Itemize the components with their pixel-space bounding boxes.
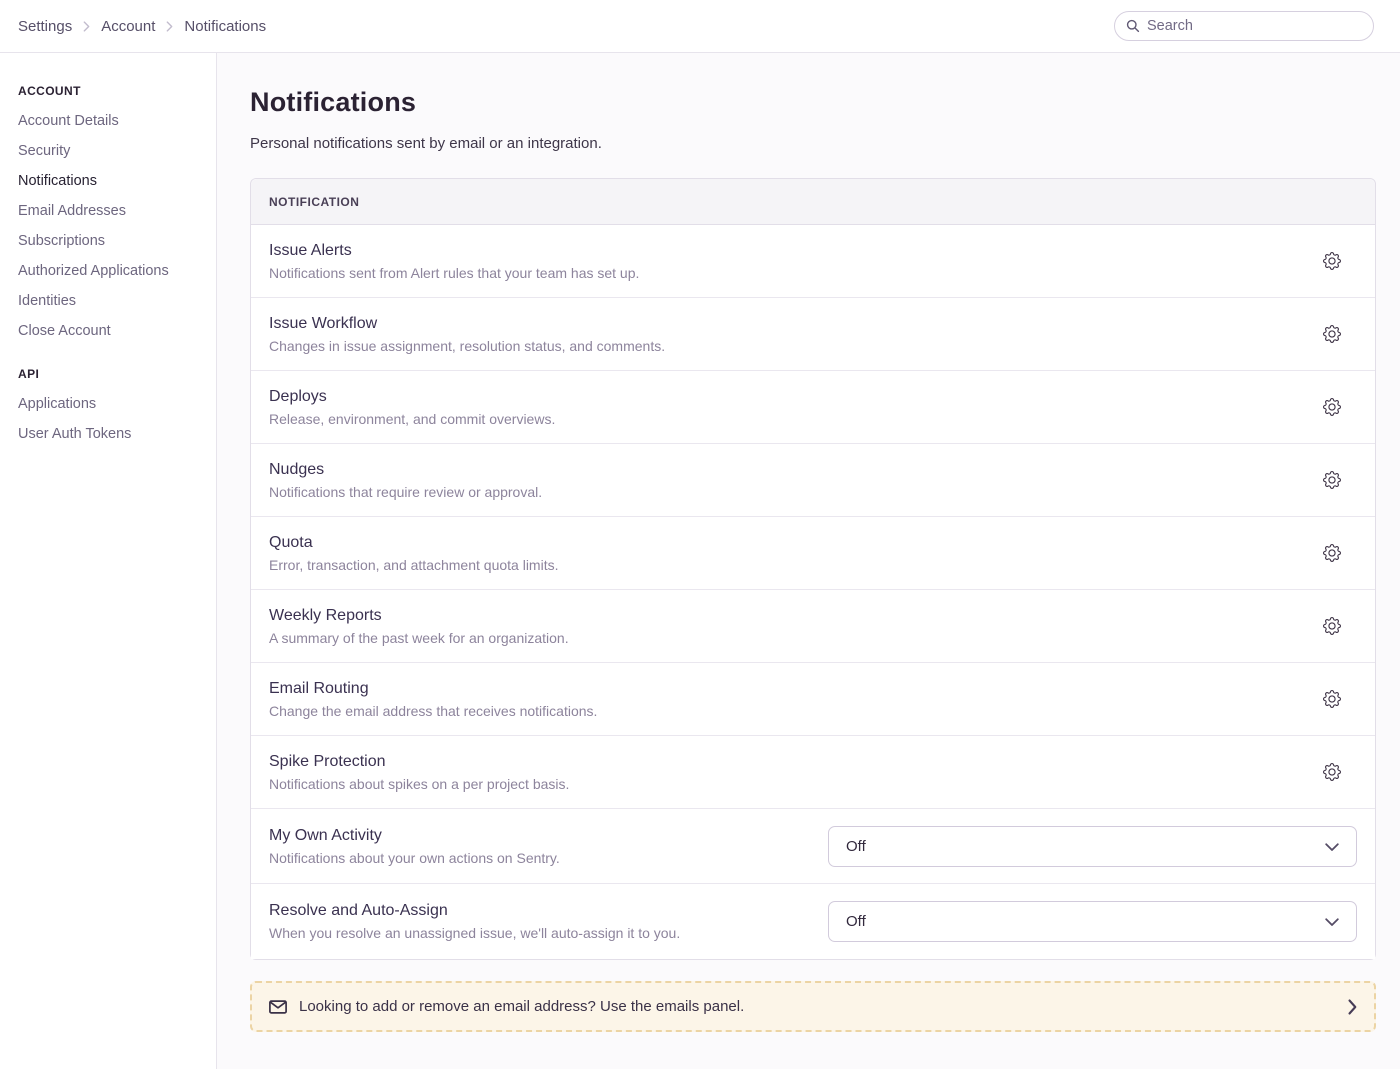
row-text: Issue Workflow Changes in issue assignmen… [269,315,1319,354]
sidebar-heading-api: API [18,367,206,381]
main-content: Notifications Personal notifications sen… [217,53,1400,1069]
row-description: Changes in issue assignment, resolution … [269,338,1299,354]
breadcrumb-item-notifications[interactable]: Notifications [184,18,266,35]
row-title: Deploys [269,388,1299,406]
sidebar-item-security[interactable]: Security [18,143,70,159]
row-title: Nudges [269,461,1299,479]
sidebar-item-authorized-applications[interactable]: Authorized Applications [18,263,169,279]
row-title: Quota [269,534,1299,552]
breadcrumb-separator-icon [83,21,90,32]
row-text: Issue Alerts Notifications sent from Aler… [269,242,1319,281]
chevron-down-icon [1325,843,1339,852]
search-box[interactable] [1114,11,1374,41]
row-settings-button[interactable] [1319,467,1345,493]
gear-icon [1323,252,1341,270]
row-text: Quota Error, transaction, and attachment … [269,534,1319,573]
sidebar: ACCOUNT Account Details Security Notificati… [0,53,217,1069]
table-row-quota: Quota Error, transaction, and attachment … [251,517,1375,590]
sidebar-heading-account: ACCOUNT [18,84,206,98]
row-text: Email Routing Change the email address th… [269,680,1319,719]
breadcrumb: Settings Account Notifications [18,18,266,35]
gear-icon [1323,471,1341,489]
table-row-spike-protection: Spike Protection Notifications about spik… [251,736,1375,809]
table-row-deploys: Deploys Release, environment, and commit … [251,371,1375,444]
table-row-my-own-activity: My Own Activity Notifications about your … [251,809,1375,884]
row-text: Spike Protection Notifications about spik… [269,753,1319,792]
gear-icon [1323,763,1341,781]
row-description: Release, environment, and commit overvie… [269,411,1299,427]
gear-icon [1323,690,1341,708]
row-settings-button[interactable] [1319,248,1345,274]
topbar: Settings Account Notifications [0,0,1400,53]
row-title: Spike Protection [269,753,1299,771]
table-row-weekly-reports: Weekly Reports A summary of the past week… [251,590,1375,663]
row-text: Weekly Reports A summary of the past week… [269,607,1319,646]
row-title: My Own Activity [269,827,808,845]
sidebar-item-user-auth-tokens[interactable]: User Auth Tokens [18,426,131,442]
sidebar-item-account-details[interactable]: Account Details [18,113,119,129]
page-title: Notifications [250,87,1376,118]
search-icon [1126,19,1140,33]
row-text: Deploys Release, environment, and commit … [269,388,1319,427]
banner-text: Looking to add or remove an email addres… [299,998,744,1015]
row-text: Resolve and Auto-Assign When you resolve … [269,902,828,941]
breadcrumb-item-settings[interactable]: Settings [18,18,72,35]
gear-icon [1323,617,1341,635]
envelope-icon [269,1000,287,1014]
row-text: My Own Activity Notifications about your … [269,827,828,866]
row-settings-button[interactable] [1319,686,1345,712]
gear-icon [1323,544,1341,562]
sidebar-item-close-account[interactable]: Close Account [18,323,111,339]
row-description: Notifications about spikes on a per proj… [269,776,1299,792]
table-row-nudges: Nudges Notifications that require review … [251,444,1375,517]
sidebar-item-email-addresses[interactable]: Email Addresses [18,203,126,219]
sidebar-item-subscriptions[interactable]: Subscriptions [18,233,105,249]
panel-rows: Issue Alerts Notifications sent from Aler… [251,225,1375,959]
row-text: Nudges Notifications that require review … [269,461,1319,500]
gear-icon [1323,325,1341,343]
sidebar-item-notifications[interactable]: Notifications [18,173,97,189]
row-description: Notifications that require review or app… [269,484,1299,500]
row-description: When you resolve an unassigned issue, we… [269,925,808,941]
row-title: Issue Alerts [269,242,1299,260]
chevron-right-icon [1348,999,1357,1015]
panel-header: NOTIFICATION [251,179,1375,225]
page-description: Personal notifications sent by email or … [250,135,1376,152]
resolve-and-auto-assign-select[interactable]: Off [828,901,1357,942]
sidebar-section-account: ACCOUNT Account Details Security Notificati… [18,84,206,339]
select-value: Off [846,913,866,930]
notifications-panel: NOTIFICATION Issue Alerts Notifications s… [250,178,1376,960]
row-title: Resolve and Auto-Assign [269,902,808,920]
row-description: Notifications about your own actions on … [269,850,808,866]
row-settings-button[interactable] [1319,613,1345,639]
select-value: Off [846,838,866,855]
row-description: Change the email address that receives n… [269,703,1299,719]
my-own-activity-select[interactable]: Off [828,826,1357,867]
search-input[interactable] [1147,18,1362,34]
row-settings-button[interactable] [1319,321,1345,347]
row-description: Notifications sent from Alert rules that… [269,265,1299,281]
breadcrumb-item-account[interactable]: Account [101,18,155,35]
row-title: Email Routing [269,680,1299,698]
breadcrumb-separator-icon [166,21,173,32]
sidebar-item-identities[interactable]: Identities [18,293,76,309]
table-row-issue-workflow: Issue Workflow Changes in issue assignmen… [251,298,1375,371]
sidebar-section-api: API Applications User Auth Tokens [18,367,206,442]
row-settings-button[interactable] [1319,759,1345,785]
table-row-issue-alerts: Issue Alerts Notifications sent from Aler… [251,225,1375,298]
row-title: Issue Workflow [269,315,1299,333]
table-row-email-routing: Email Routing Change the email address th… [251,663,1375,736]
row-description: A summary of the past week for an organi… [269,630,1299,646]
row-settings-button[interactable] [1319,394,1345,420]
email-banner[interactable]: Looking to add or remove an email addres… [250,981,1376,1032]
row-description: Error, transaction, and attachment quota… [269,557,1299,573]
table-row-resolve-and-auto-assign: Resolve and Auto-Assign When you resolve … [251,884,1375,959]
gear-icon [1323,398,1341,416]
row-settings-button[interactable] [1319,540,1345,566]
chevron-down-icon [1325,918,1339,927]
sidebar-item-applications[interactable]: Applications [18,396,96,412]
row-title: Weekly Reports [269,607,1299,625]
